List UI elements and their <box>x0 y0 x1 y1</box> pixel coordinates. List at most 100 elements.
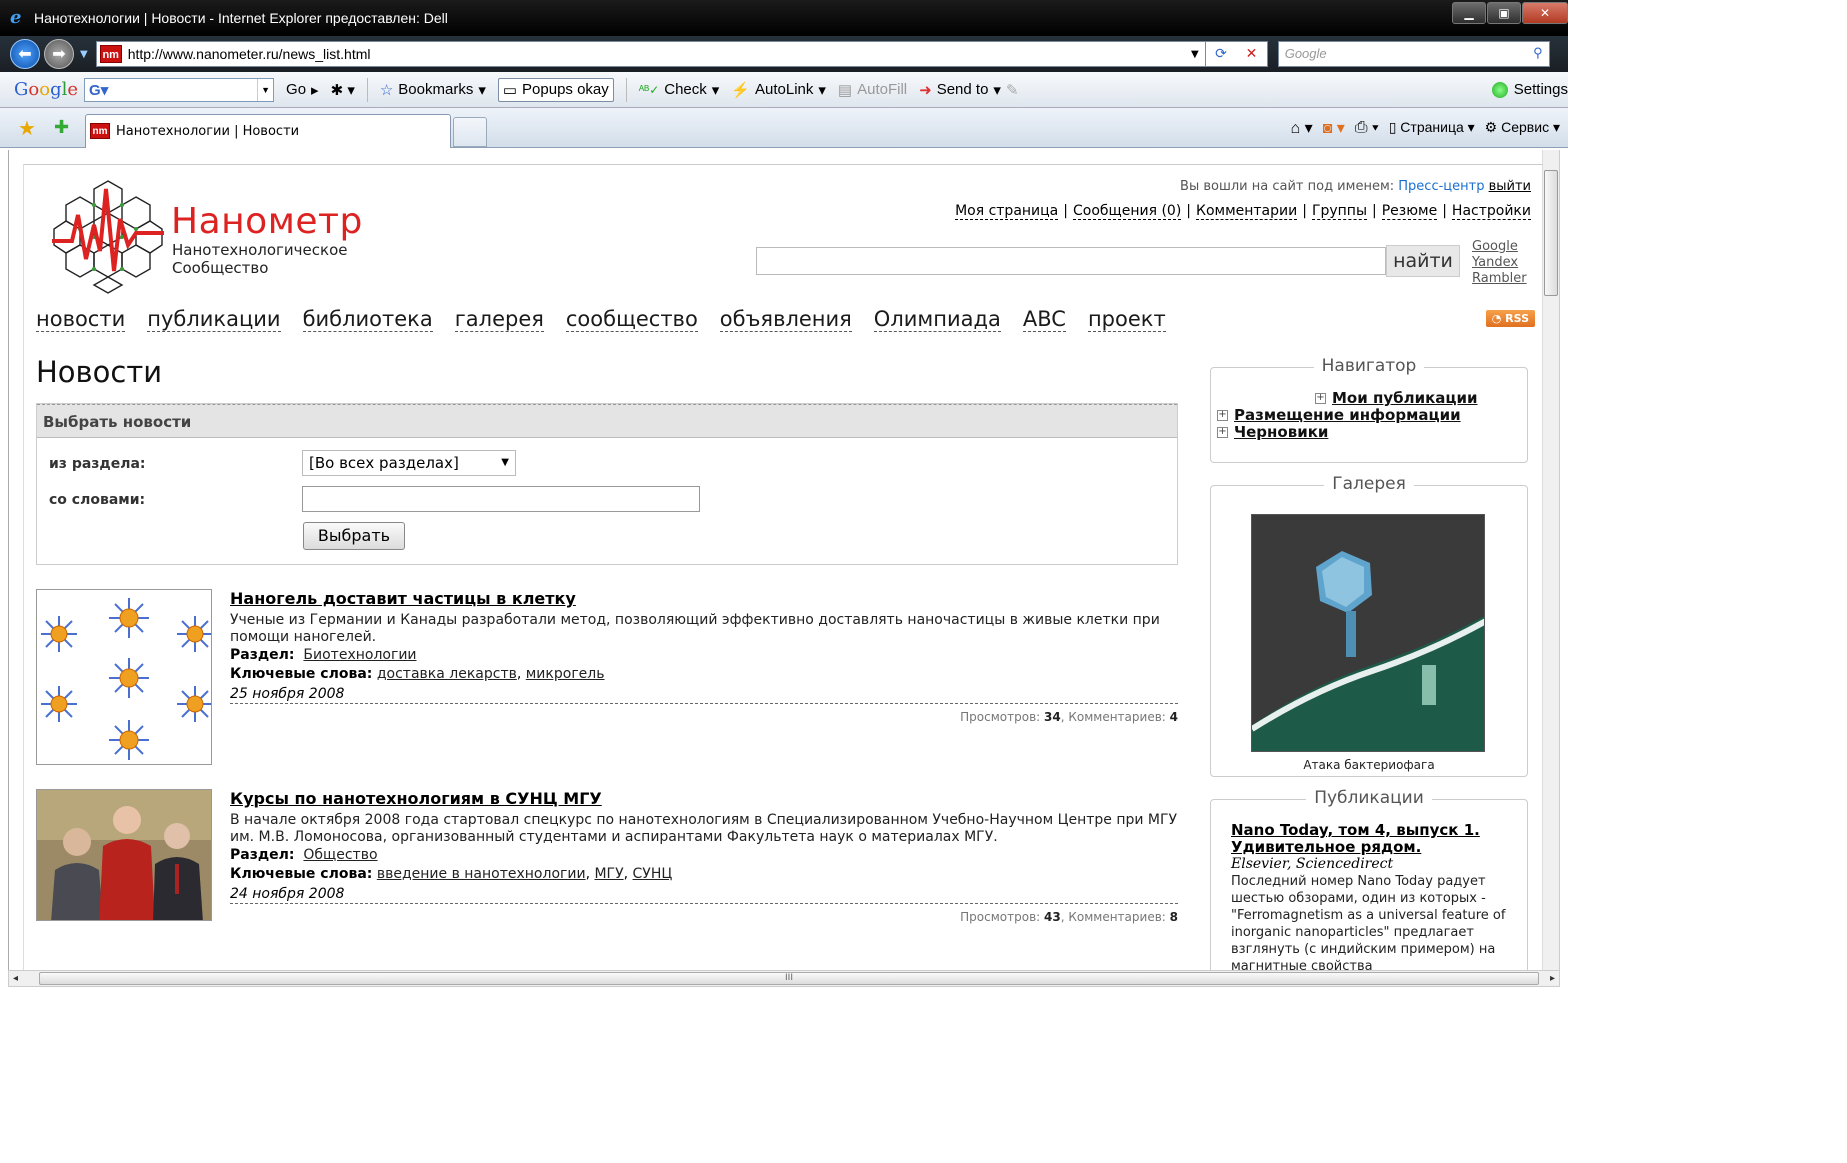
tools-menu-button[interactable]: ⚙ Сервис ▾ <box>1485 119 1560 136</box>
engine-rambler-link[interactable]: Rambler <box>1472 271 1527 287</box>
nav-gallery[interactable]: галерея <box>454 307 544 332</box>
nav-news[interactable]: новости <box>36 307 126 332</box>
address-controls: ⟳ ✕ <box>1205 41 1268 67</box>
user-menu-messages[interactable]: Сообщения (0) <box>1072 203 1182 220</box>
scroll-right-icon[interactable]: ▸ <box>1550 971 1555 986</box>
user-menu-resume[interactable]: Резюме <box>1381 203 1438 220</box>
popups-button[interactable]: ▭ Popups okay <box>497 77 614 102</box>
horizontal-scrollbar[interactable]: ◂ III ▸ <box>8 970 1560 987</box>
user-menu-comments[interactable]: Комментарии <box>1196 203 1298 220</box>
site-search-input[interactable] <box>756 247 1386 275</box>
keyword-link[interactable]: доставка лекарств <box>377 666 517 682</box>
rss-button[interactable]: ◔ RSS <box>1485 310 1535 327</box>
home-icon[interactable]: ⌂ ▾ <box>1290 118 1312 138</box>
new-tab-button[interactable] <box>453 116 488 147</box>
news-stats: Просмотров: 43, Комментариев: 8 <box>230 903 1178 924</box>
news-thumbnail[interactable] <box>36 589 212 765</box>
nav-announcements[interactable]: объявления <box>719 307 852 332</box>
nav-project[interactable]: проект <box>1087 307 1166 332</box>
vertical-scroll-thumb[interactable] <box>1544 170 1558 296</box>
publication-title-link[interactable]: Nano Today, том 4, выпуск 1. Удивительно… <box>1231 822 1515 856</box>
nanometer-logo-icon[interactable] <box>48 175 168 295</box>
expand-icon[interactable]: + <box>1315 393 1326 404</box>
gallery-image[interactable] <box>1251 514 1485 752</box>
history-dropdown-icon[interactable]: ▼ <box>80 49 88 60</box>
send-to-icon: ➜ <box>919 81 932 99</box>
navigator-item[interactable]: + Размещение информации <box>1211 407 1527 424</box>
comments-label: Комментариев: <box>1068 710 1166 724</box>
bookmark-star-icon: ☆ <box>379 81 394 99</box>
section-link[interactable]: Общество <box>303 847 377 863</box>
maximize-button[interactable]: ▣ <box>1487 2 1521 24</box>
navigator-item[interactable]: + Мои публикации <box>1211 390 1527 407</box>
news-thumbnail[interactable] <box>36 789 212 921</box>
nav-olympiad[interactable]: Олимпиада <box>873 307 1001 332</box>
user-menu-groups[interactable]: Группы <box>1311 203 1368 220</box>
autofill-button[interactable]: ▤ AutoFill <box>838 81 907 99</box>
popups-label: Popups okay <box>522 81 609 98</box>
puzzle-icon[interactable]: ✱ ▾ <box>331 81 355 99</box>
keyword-link[interactable]: МГУ <box>594 866 623 882</box>
username-link[interactable]: Пресс-центр <box>1398 179 1484 194</box>
add-favorites-icon[interactable]: ✚ <box>54 117 69 138</box>
google-go-button[interactable]: Go ▸ <box>286 81 319 99</box>
site-favicon-icon: nm <box>99 45 122 63</box>
minimize-button[interactable]: ▁ <box>1452 2 1486 24</box>
bookmarks-button[interactable]: ☆ Bookmarks ▾ <box>380 81 486 99</box>
user-menu-my-page[interactable]: Моя страница <box>955 203 1059 220</box>
user-menu-settings[interactable]: Настройки <box>1451 203 1531 220</box>
keyword-link[interactable]: микрогель <box>526 666 605 682</box>
expand-icon[interactable]: + <box>1217 410 1228 421</box>
section-select[interactable]: [Во всех разделах] ▼ <box>302 450 516 476</box>
navigator-item[interactable]: + Черновики <box>1211 424 1527 441</box>
stop-icon[interactable]: ✕ <box>1246 46 1258 62</box>
publication-source: Elsevier, Sciencedirect <box>1231 856 1394 872</box>
google-search-field[interactable]: G▾ ▼ <box>84 77 275 102</box>
site-search-button[interactable]: найти <box>1386 245 1460 277</box>
browser-search-input[interactable]: Google ⚲ <box>1277 41 1550 67</box>
google-toolbar: Google G▾ ▼ Go ▸ ✱ ▾ ☆ Bookmarks ▾ ▭ Popups… <box>0 72 1568 108</box>
words-input[interactable] <box>302 486 700 512</box>
refresh-icon[interactable]: ⟳ <box>1215 46 1227 62</box>
favorites-star-icon[interactable]: ★ <box>18 116 36 140</box>
engine-yandex-link[interactable]: Yandex <box>1472 255 1527 271</box>
autolink-button[interactable]: ⚡ AutoLink ▾ <box>731 81 826 99</box>
keyword-link[interactable]: СУНЦ <box>633 866 673 882</box>
settings-button[interactable]: Settings <box>1491 81 1568 98</box>
news-body: Наногель доставит частицы в клетку Учены… <box>230 589 1178 724</box>
engine-google-link[interactable]: Google <box>1472 239 1527 255</box>
feeds-icon[interactable]: ◙ ▾ <box>1323 118 1345 138</box>
logout-link[interactable]: выйти <box>1489 179 1531 194</box>
nav-publications[interactable]: публикации <box>147 307 281 332</box>
search-icon[interactable]: ⚲ <box>1533 45 1543 61</box>
tab-active[interactable]: nm Нанотехнологии | Новости <box>85 113 452 148</box>
page-menu-button[interactable]: ▯ Страница ▾ <box>1389 119 1475 136</box>
news-title-link[interactable]: Наногель доставит частицы в клетку <box>230 589 1178 608</box>
site-brand[interactable]: Нанометр <box>171 201 363 242</box>
section-link[interactable]: Биотехнологии <box>303 647 416 663</box>
forward-button[interactable]: ➡ <box>44 39 74 69</box>
nav-abc[interactable]: ABC <box>1022 307 1066 332</box>
tagline-line2: Сообщество <box>172 259 269 277</box>
filter-submit-button[interactable]: Выбрать <box>303 522 405 550</box>
google-search-dropdown-icon[interactable]: ▼ <box>257 78 273 101</box>
vertical-scrollbar[interactable] <box>1542 150 1559 970</box>
news-title-link[interactable]: Курсы по нанотехнологиям в СУНЦ МГУ <box>230 789 1178 808</box>
news-body: Курсы по нанотехнологиям в СУНЦ МГУ В на… <box>230 789 1178 924</box>
close-button[interactable]: ✕ <box>1522 2 1568 24</box>
keyword-link[interactable]: введение в нанотехнологии <box>377 866 586 882</box>
back-button[interactable]: ⬅ <box>10 39 40 69</box>
horizontal-scroll-thumb[interactable]: III <box>39 972 1539 985</box>
highlighter-icon[interactable]: ✎ <box>1006 81 1019 99</box>
nav-community[interactable]: сообщество <box>565 307 698 332</box>
nav-library[interactable]: библиотека <box>302 307 433 332</box>
address-field[interactable]: nm http://www.nanometer.ru/news_list.htm… <box>95 41 1206 67</box>
spell-check-button[interactable]: ᴬᴮ✓ Check ▾ <box>639 81 720 99</box>
send-to-button[interactable]: ➜ Send to ▾ ✎ <box>919 81 1018 99</box>
scroll-left-icon[interactable]: ◂ <box>13 971 18 986</box>
address-dropdown-icon[interactable]: ▼ <box>1191 49 1199 60</box>
comments-label: Комментариев: <box>1068 910 1166 924</box>
expand-icon[interactable]: + <box>1217 427 1228 438</box>
section-label: из раздела: <box>49 456 146 472</box>
print-icon[interactable]: ⎙ ▾ <box>1355 119 1379 137</box>
